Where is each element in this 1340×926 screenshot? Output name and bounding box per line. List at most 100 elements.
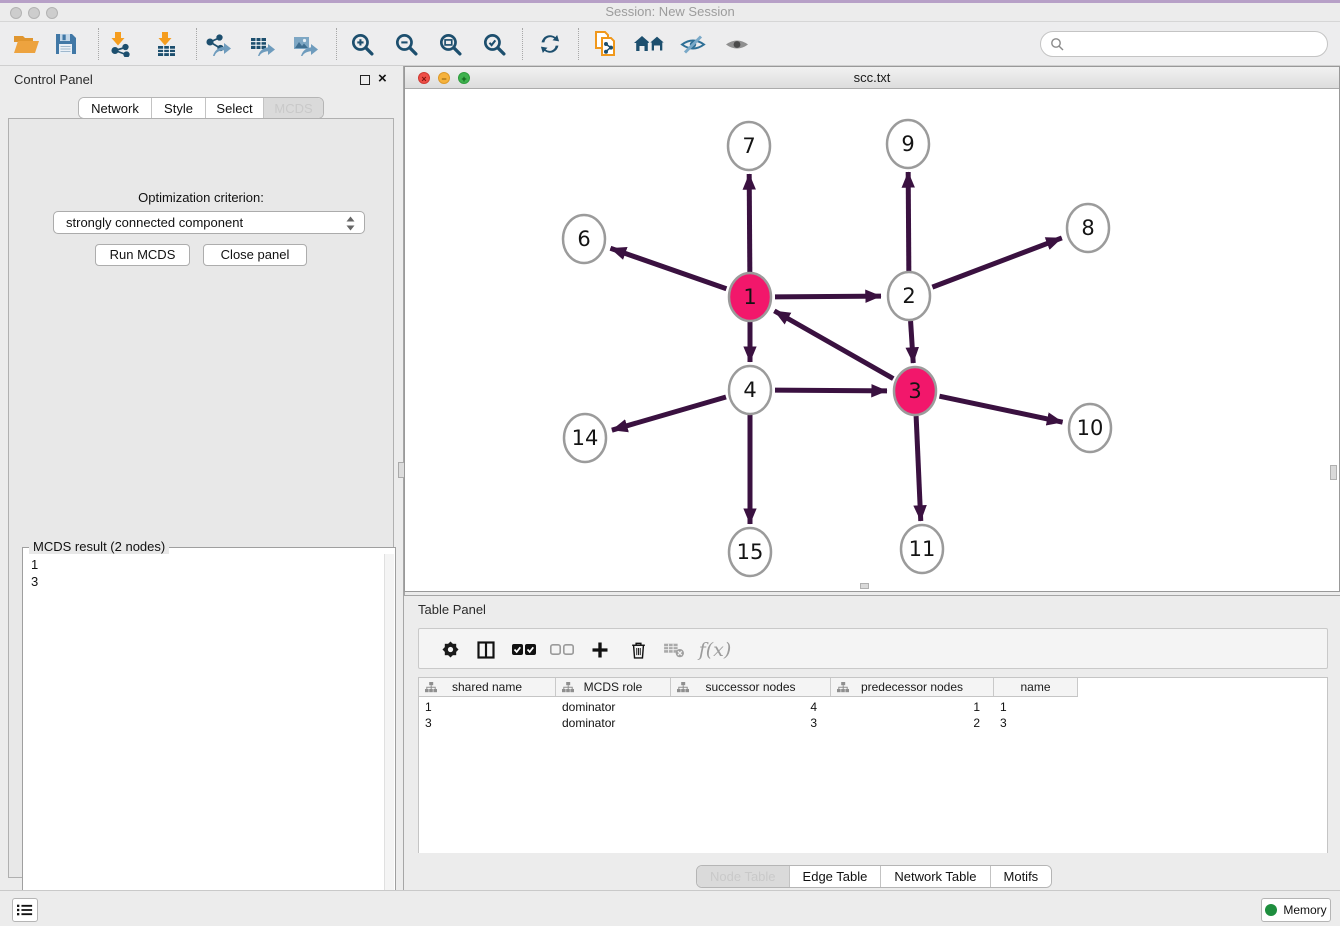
main-toolbar bbox=[0, 22, 1340, 66]
graph-node-9[interactable]: 9 bbox=[887, 120, 929, 168]
graph-node-7[interactable]: 7 bbox=[728, 122, 770, 170]
fx-label: f(x) bbox=[699, 639, 732, 661]
result-scrollbar[interactable] bbox=[384, 554, 394, 924]
window-titlebar: Session: New Session bbox=[0, 0, 1340, 22]
tab-edge-table[interactable]: Edge Table bbox=[790, 866, 882, 887]
close-panel-icon[interactable]: × bbox=[378, 70, 387, 88]
run-mcds-button[interactable]: Run MCDS bbox=[95, 244, 190, 266]
graph-edge-4-3[interactable] bbox=[775, 390, 887, 391]
cell-name[interactable]: 3 bbox=[994, 715, 1078, 731]
network-graph[interactable]: 7 9 6 8 1 2 4 3 14 10 15 11 bbox=[405, 89, 1339, 591]
cell-shared-name[interactable]: 1 bbox=[419, 699, 556, 715]
mcds-panel-body: Optimization criterion: strongly connect… bbox=[8, 118, 394, 878]
graph-node-1[interactable]: 1 bbox=[729, 273, 771, 321]
memory-button[interactable]: Memory bbox=[1261, 898, 1331, 922]
table-tabs: Node Table Edge Table Network Table Moti… bbox=[696, 865, 1052, 888]
graph-edge-2-8[interactable] bbox=[932, 238, 1061, 287]
select-all-icon[interactable] bbox=[507, 629, 541, 670]
cell-name[interactable]: 1 bbox=[994, 699, 1078, 715]
search-input[interactable] bbox=[1070, 34, 1327, 54]
graph-node-11[interactable]: 11 bbox=[901, 525, 943, 573]
mcds-result-list[interactable]: 1 3 bbox=[25, 556, 383, 923]
graph-edge-3-1[interactable] bbox=[774, 311, 893, 379]
tab-node-table[interactable]: Node Table bbox=[697, 866, 790, 887]
function-builder-button[interactable]: f(x) bbox=[693, 629, 737, 670]
show-columns-icon[interactable] bbox=[469, 629, 503, 670]
column-header-mcds-role[interactable]: MCDS role bbox=[556, 678, 671, 696]
graph-edge-3-10[interactable] bbox=[939, 396, 1062, 422]
cell-mcds-role[interactable]: dominator bbox=[556, 715, 671, 731]
tab-motifs[interactable]: Motifs bbox=[991, 866, 1052, 887]
export-image-icon[interactable] bbox=[287, 27, 323, 61]
network-canvas[interactable]: 7 9 6 8 1 2 4 3 14 10 15 11 bbox=[405, 89, 1339, 591]
hide-selected-eye-icon[interactable] bbox=[675, 27, 711, 61]
cell-successor-nodes[interactable]: 4 bbox=[671, 699, 831, 715]
graph-edge-3-11[interactable] bbox=[916, 416, 921, 521]
graph-edge-1-7[interactable] bbox=[749, 174, 750, 272]
graph-node-2[interactable]: 2 bbox=[888, 272, 930, 320]
svg-text:14: 14 bbox=[572, 426, 599, 450]
graph-node-15[interactable]: 15 bbox=[729, 528, 771, 576]
task-history-button[interactable] bbox=[12, 898, 38, 922]
tab-network[interactable]: Network bbox=[79, 98, 152, 118]
memory-status-icon bbox=[1265, 904, 1277, 916]
column-type-icon bbox=[425, 682, 437, 696]
refresh-icon[interactable] bbox=[532, 27, 568, 61]
zoom-fit-icon[interactable] bbox=[432, 27, 468, 61]
graph-edge-1-2[interactable] bbox=[775, 296, 881, 297]
delete-columns-icon[interactable] bbox=[621, 629, 655, 670]
graph-node-10[interactable]: 10 bbox=[1069, 404, 1111, 452]
open-session-icon[interactable] bbox=[8, 27, 44, 61]
cell-shared-name[interactable]: 3 bbox=[419, 715, 556, 731]
save-session-icon[interactable] bbox=[48, 27, 84, 61]
zoom-selected-icon[interactable] bbox=[476, 27, 512, 61]
tab-mcds[interactable]: MCDS bbox=[264, 98, 323, 118]
zoom-out-icon[interactable] bbox=[388, 27, 424, 61]
zoom-in-icon[interactable] bbox=[344, 27, 380, 61]
column-header-predecessor-nodes[interactable]: predecessor nodes bbox=[831, 678, 994, 696]
tab-style[interactable]: Style bbox=[152, 98, 206, 118]
cell-predecessor-nodes[interactable]: 2 bbox=[831, 715, 994, 731]
table-panel-title: Table Panel bbox=[418, 602, 486, 617]
column-type-icon bbox=[562, 682, 574, 696]
right-splitter-handle[interactable] bbox=[1330, 465, 1337, 480]
network-window-titlebar[interactable]: × − + scc.txt bbox=[405, 67, 1339, 89]
import-network-icon[interactable] bbox=[102, 27, 138, 61]
column-header-shared-name[interactable]: shared name bbox=[419, 678, 556, 696]
export-network-icon[interactable] bbox=[200, 27, 236, 61]
search-field[interactable] bbox=[1040, 31, 1328, 57]
duplicate-network-icon[interactable] bbox=[588, 27, 624, 61]
delete-table-icon[interactable] bbox=[657, 629, 691, 670]
deselect-all-icon[interactable] bbox=[545, 629, 579, 670]
table-row[interactable]: 1 dominator 4 1 1 bbox=[419, 699, 1091, 715]
cell-mcds-role[interactable]: dominator bbox=[556, 699, 671, 715]
graph-edge-4-14[interactable] bbox=[612, 397, 726, 430]
graph-node-8[interactable]: 8 bbox=[1067, 204, 1109, 252]
graph-node-3[interactable]: 3 bbox=[894, 367, 936, 415]
graph-node-4[interactable]: 4 bbox=[729, 366, 771, 414]
import-table-icon[interactable] bbox=[148, 27, 184, 61]
column-header-successor-nodes[interactable]: successor nodes bbox=[671, 678, 831, 696]
first-neighbors-icon[interactable] bbox=[632, 27, 668, 61]
graph-node-14[interactable]: 14 bbox=[564, 414, 606, 462]
table-mode-gear-icon[interactable] bbox=[433, 629, 467, 670]
export-table-icon[interactable] bbox=[244, 27, 280, 61]
table-toolbar: f(x) bbox=[418, 628, 1328, 669]
criterion-dropdown[interactable]: strongly connected component bbox=[53, 211, 365, 234]
tab-select[interactable]: Select bbox=[206, 98, 264, 118]
graph-edge-2-3[interactable] bbox=[911, 321, 914, 363]
bottom-splitter-handle[interactable] bbox=[860, 583, 869, 589]
show-all-eye-icon[interactable] bbox=[719, 27, 755, 61]
cell-predecessor-nodes[interactable]: 1 bbox=[831, 699, 994, 715]
graph-node-6[interactable]: 6 bbox=[563, 215, 605, 263]
table-row[interactable]: 3 dominator 3 2 3 bbox=[419, 715, 1091, 731]
graph-edge-1-6[interactable] bbox=[610, 248, 726, 289]
close-panel-button[interactable]: Close panel bbox=[203, 244, 307, 266]
cell-successor-nodes[interactable]: 3 bbox=[671, 715, 831, 731]
add-column-icon[interactable] bbox=[583, 629, 617, 670]
float-panel-icon[interactable] bbox=[360, 75, 370, 85]
control-panel-tabs: Network Style Select MCDS bbox=[78, 97, 324, 119]
column-header-name[interactable]: name bbox=[994, 678, 1078, 696]
tab-network-table[interactable]: Network Table bbox=[881, 866, 990, 887]
graph-edge-2-9[interactable] bbox=[908, 172, 909, 271]
